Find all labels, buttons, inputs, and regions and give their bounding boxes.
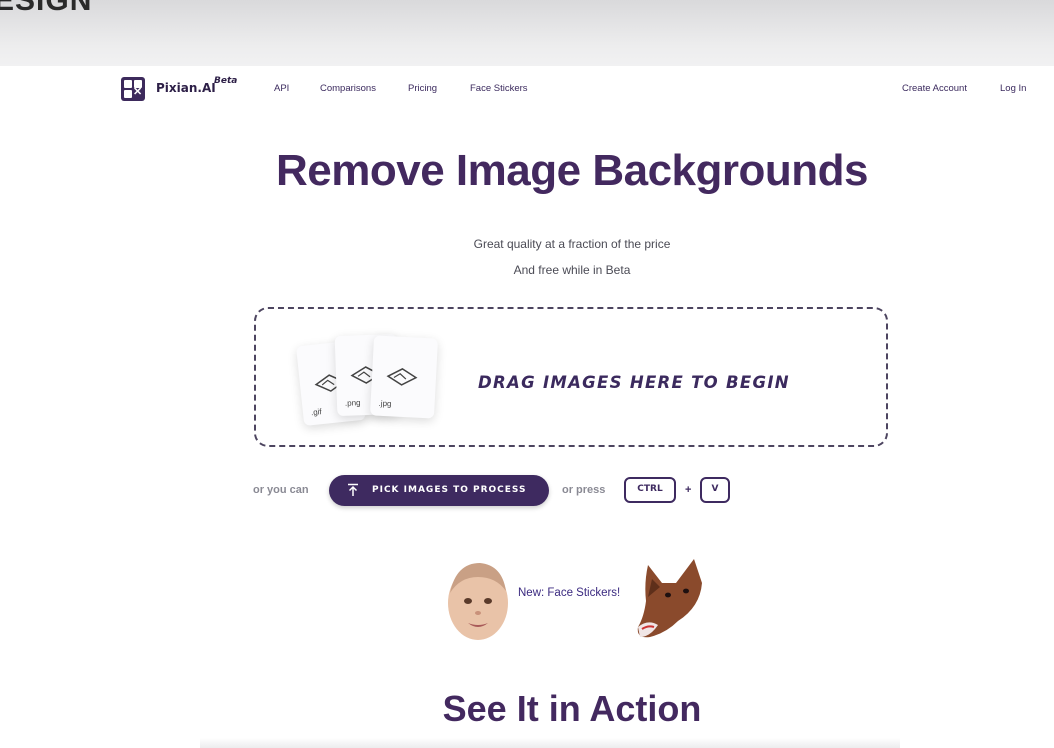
clipped-banner-text: ESIGN — [0, 0, 93, 17]
top-nav: ✕ Pixian.AI Beta API Comparisons Pricing… — [0, 72, 1054, 108]
login-link[interactable]: Log In — [1000, 83, 1026, 94]
hero-subtitle-beta: And free while in Beta — [513, 263, 631, 277]
nav-api-link[interactable]: API — [274, 83, 289, 94]
pick-images-button[interactable]: PICK IMAGES TO PROCESS — [329, 475, 549, 506]
create-account-link[interactable]: Create Account — [902, 83, 967, 94]
nav-face-stickers-link[interactable]: Face Stickers — [470, 83, 528, 94]
v-key-badge: V — [700, 477, 730, 503]
jpg-file-icon: .jpg — [369, 335, 439, 419]
ctrl-key-badge: CTRL — [624, 477, 676, 503]
hero-subtitle-price: Great quality at a fraction of the price — [473, 237, 671, 251]
brand-beta-badge: Beta — [214, 76, 238, 86]
dog-face-sticker-image[interactable] — [628, 557, 708, 641]
face-stickers-link[interactable]: New: Face Stickers! — [518, 587, 620, 599]
gif-extension-label: .gif — [310, 407, 323, 418]
demo-panel-edge — [200, 738, 900, 748]
see-it-in-action-heading: See It in Action — [442, 688, 702, 729]
image-drop-zone[interactable]: .gif .png .jpg DRAG IMAGES HERE TO BEGIN — [254, 307, 888, 447]
page-title: Remove Image Backgrounds — [276, 146, 868, 195]
nav-comparisons-link[interactable]: Comparisons — [320, 83, 376, 94]
brand-name[interactable]: Pixian.AI — [156, 81, 216, 95]
or-you-can-text: or you can — [253, 484, 309, 496]
jpg-extension-label: .jpg — [378, 398, 392, 409]
drag-images-label: DRAG IMAGES HERE TO BEGIN — [478, 373, 790, 392]
top-banner-strip: ESIGN — [0, 0, 1054, 66]
or-press-text: or press — [562, 484, 606, 496]
pixian-logo-icon[interactable]: ✕ — [121, 77, 145, 101]
nav-pricing-link[interactable]: Pricing — [408, 83, 437, 94]
upload-icon — [348, 483, 358, 496]
png-extension-label: .png — [344, 398, 361, 408]
baby-face-sticker-image[interactable] — [446, 559, 510, 641]
pick-images-label: PICK IMAGES TO PROCESS — [372, 485, 527, 495]
plus-sign: + — [685, 484, 692, 496]
